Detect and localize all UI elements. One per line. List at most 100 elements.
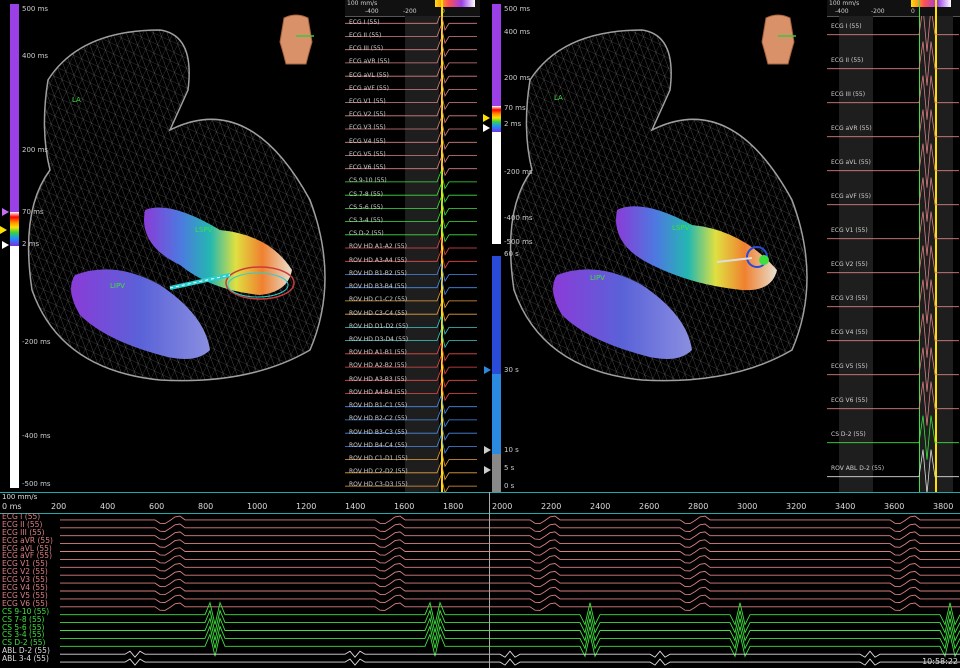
egm-channel-label[interactable]: ECG V3 (55) — [349, 124, 386, 131]
egm-channel-label[interactable]: ECG II (55) — [349, 32, 381, 39]
left-scale-marker-top[interactable] — [2, 208, 9, 216]
egm-channel-label[interactable]: ROV HD B2-C2 (55) — [349, 415, 407, 422]
egm-channel-label[interactable]: ECG V1 (55) — [349, 98, 386, 105]
time-ruler[interactable]: 100 mm/s 0 ms 200 400 600 800 1000 1200 1400 160… — [0, 492, 960, 514]
egm-channel-label[interactable]: ROV HD B4-C4 (55) — [349, 442, 407, 449]
right-egm-panel[interactable]: 100 mm/s -400 -200 0 ECG I (55) ECG II (5… — [827, 0, 960, 492]
egm-channel-label[interactable]: ROV HD C3-D3 (55) — [349, 481, 408, 488]
egm-channel-label[interactable]: ROV HD C2-D2 (55) — [349, 468, 408, 475]
egm-channel-label[interactable]: ECG V1 (55) — [831, 227, 868, 234]
egm-channel-label[interactable]: ROV HD A3-A4 (55) — [349, 257, 407, 264]
egm-channel-label[interactable]: ECG aVF (55) — [349, 85, 389, 92]
timeline-cursor[interactable] — [489, 492, 490, 668]
egm-channel-label[interactable]: ECG III (55) — [831, 91, 865, 98]
egm-channel-label[interactable]: ECG aVL (55) — [831, 159, 871, 166]
left-scale-marker-bottom[interactable] — [2, 241, 9, 249]
ruler-tick: 800 — [198, 502, 214, 511]
egm-channel-label[interactable]: ROV HD C1-D1 (55) — [349, 455, 408, 462]
egm-channel-label[interactable]: ROV HD C1-C2 (55) — [349, 296, 407, 303]
egm-channel-label[interactable]: ROV HD A1-B1 (55) — [349, 349, 407, 356]
egm-channel-label[interactable]: ROV HD B1-B2 (55) — [349, 270, 407, 277]
left-egm-panel[interactable]: 100 mm/s -400 -200 0 ECG I (55) ECG II (5… — [345, 0, 480, 492]
timer-label: 5 s — [504, 464, 515, 472]
egm-channel-label[interactable]: ECG I (55) — [831, 23, 862, 30]
timeline-trace — [60, 602, 960, 611]
ruler-tick: 1000 — [247, 502, 268, 511]
egm-channel-label[interactable]: ROV HD A3-B3 (55) — [349, 376, 407, 383]
left-atrium-mesh[interactable] — [502, 20, 822, 390]
egm-channel-label[interactable]: CS D-2 (55) — [831, 431, 866, 438]
right-scale-marker-bottom[interactable] — [483, 124, 490, 132]
timer-marker-5[interactable] — [484, 466, 491, 474]
egm-channel-label[interactable]: ECG II (55) — [831, 57, 863, 64]
egm-channel-label[interactable]: ROV HD B1-C1 (55) — [349, 402, 407, 409]
egm-channel-label[interactable]: ROV ABL D-2 (55) — [831, 465, 884, 472]
egm-channel-label[interactable]: ROV HD A1-A2 (55) — [349, 243, 407, 250]
ablation-timer-bar[interactable] — [492, 256, 501, 492]
egm-channel-label[interactable]: CS 9-10 (55) — [349, 177, 387, 184]
timer-marker-30[interactable] — [484, 366, 491, 374]
egm-channel-label[interactable]: ROV HD D1-D2 (55) — [349, 323, 408, 330]
egm-channel-label[interactable]: ECG V3 (55) — [831, 295, 868, 302]
left-atrium-mesh[interactable] — [20, 20, 340, 390]
timeline-panel[interactable]: 100 mm/s 0 ms 200 400 600 800 1000 1200 1400 160… — [0, 492, 960, 668]
egm-channel-label[interactable]: ECG I (55) — [349, 19, 380, 26]
ruler-tick: 2600 — [639, 502, 660, 511]
egm-trace — [827, 16, 959, 52]
egm-channel-label[interactable]: CS 5-6 (55) — [349, 204, 383, 211]
timeline-trace — [60, 609, 960, 634]
egm-channel-label[interactable]: ECG V4 (55) — [831, 329, 868, 336]
egm-channel-label[interactable]: ECG V5 (55) — [831, 363, 868, 370]
ruler-tick: 1400 — [345, 502, 366, 511]
egm-channel-label[interactable]: ECG V2 (55) — [349, 111, 386, 118]
egm-channel-label[interactable]: ECG V4 (55) — [349, 138, 386, 145]
timeline-trace-label[interactable]: ABL 3-4 (55) — [2, 654, 49, 663]
timer-marker-10[interactable] — [484, 446, 491, 454]
egm-channel-label[interactable]: ECG aVL (55) — [349, 72, 389, 79]
egm-channel-label[interactable]: CS D-2 (55) — [349, 230, 384, 237]
egm-channel-label[interactable]: ROV HD A2-B2 (55) — [349, 362, 407, 369]
egm-channel-label[interactable]: ROV HD B3-C3 (55) — [349, 429, 407, 436]
egm-channel-label[interactable]: ECG aVR (55) — [349, 58, 390, 65]
right-scale-marker-top[interactable] — [483, 114, 490, 122]
timeline-trace — [60, 555, 960, 564]
left-scale-marker-mid[interactable] — [0, 226, 7, 234]
color-legend-bar[interactable] — [911, 0, 951, 7]
timeline-trace — [60, 515, 960, 525]
timeline-trace — [60, 601, 960, 627]
egm-axis-tick: 0 — [911, 8, 915, 15]
ruler-tick: 2000 — [492, 502, 513, 511]
egm-channel-label[interactable]: ROV HD A4-B4 (55) — [349, 389, 407, 396]
chamber-label: LA — [554, 94, 563, 102]
left-activation-scale[interactable] — [10, 4, 19, 488]
chamber-label: LA — [72, 96, 81, 104]
egm-channel-label[interactable]: ECG aVF (55) — [831, 193, 871, 200]
ruler-tick: 2800 — [688, 502, 709, 511]
right-activation-scale[interactable] — [492, 4, 501, 244]
egm-axis-tick: -400 — [835, 8, 849, 15]
vein-label: LIPV — [110, 282, 125, 290]
egm-channel-label[interactable]: ROV HD D3-D4 (55) — [349, 336, 408, 343]
egm-channel-label[interactable]: ECG V6 (55) — [831, 397, 868, 404]
egm-channel-label[interactable]: ECG III (55) — [349, 45, 383, 52]
egm-channel-label[interactable]: CS 7-8 (55) — [349, 191, 383, 198]
left-map-viewport[interactable]: 500 ms 400 ms 200 ms 70 ms 2 ms -200 ms … — [0, 0, 345, 492]
timeline-trace — [60, 523, 960, 532]
egm-channel-label[interactable]: ECG V2 (55) — [831, 261, 868, 268]
egm-channel-label[interactable]: CS 3-4 (55) — [349, 217, 383, 224]
timeline-trace — [60, 632, 960, 658]
vein-label: LSPV — [195, 226, 213, 234]
right-map-viewport[interactable]: 500 ms 400 ms 200 ms 70 ms 2 ms -200 ms … — [482, 0, 827, 492]
scale-label: 500 ms — [22, 5, 49, 13]
egm-channel-label[interactable]: ECG V5 (55) — [349, 151, 386, 158]
egm-channel-label[interactable]: ECG aVR (55) — [831, 125, 872, 132]
timeline-trace — [60, 539, 960, 548]
egm-channel-label[interactable]: ECG V6 (55) — [349, 164, 386, 171]
egm-speed: 100 mm/s — [347, 0, 378, 7]
vein-label: LIPV — [590, 274, 605, 282]
ruler-tick: 2400 — [590, 502, 611, 511]
egm-channel-label[interactable]: ROV HD C3-C4 (55) — [349, 310, 407, 317]
egm-channel-label[interactable]: ROV HD B3-B4 (55) — [349, 283, 407, 290]
scale-label: 500 ms — [504, 5, 531, 13]
egm-speed: 100 mm/s — [829, 0, 860, 7]
